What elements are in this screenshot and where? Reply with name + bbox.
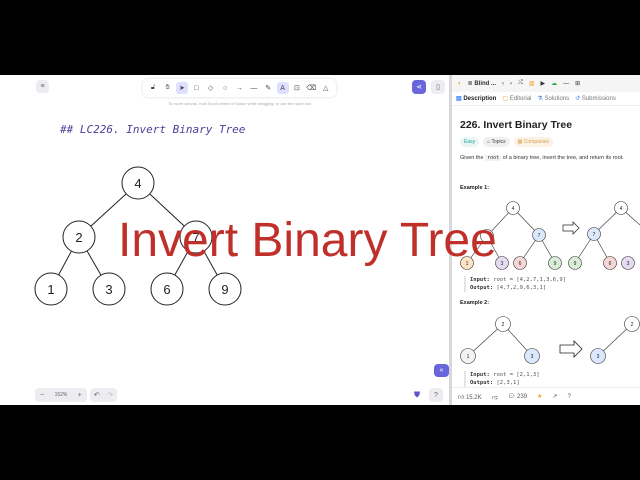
redo-icon[interactable]: ↷: [107, 391, 113, 399]
svg-text:7: 7: [538, 233, 541, 239]
svg-text:6: 6: [519, 261, 522, 267]
undo-redo: ↶ ↷: [90, 388, 117, 402]
zoom-level: 152%: [54, 392, 68, 398]
svg-text:6: 6: [609, 261, 612, 267]
svg-text:2: 2: [502, 322, 505, 328]
node-label: 4: [134, 176, 141, 191]
zoom-in-button[interactable]: +: [78, 392, 82, 399]
svg-text:9: 9: [574, 261, 577, 267]
title-overlay: Invert Binary Tree: [118, 214, 497, 267]
svg-text:2: 2: [631, 322, 634, 328]
help-icon[interactable]: ?: [567, 394, 570, 400]
svg-text:3: 3: [531, 354, 534, 360]
zoom-controls: − 152% +: [35, 388, 87, 402]
svg-text:3: 3: [501, 261, 504, 267]
node-label: 2: [75, 230, 82, 245]
shield-icon[interactable]: ⛊: [414, 390, 420, 400]
node-label: 1: [47, 282, 54, 297]
node-label: 6: [163, 282, 170, 297]
dislike-icon[interactable]: 👎︎: [492, 393, 498, 401]
arrow-icon: [562, 221, 580, 235]
svg-text:3: 3: [597, 354, 600, 360]
collapse-sidebar-button[interactable]: «: [434, 364, 449, 377]
share-icon[interactable]: ↗: [552, 393, 557, 400]
svg-text:4: 4: [512, 206, 515, 212]
svg-text:7: 7: [593, 232, 596, 238]
star-icon[interactable]: ★: [537, 393, 542, 400]
comments-button[interactable]: 💬︎ 239: [508, 393, 527, 400]
example-1-io: Input: root = [4,2,7,1,3,6,9] Output: [4…: [464, 276, 566, 292]
app: ≡ 🔓︎ ✋︎ ➤ □ ◇ ○ → — ✎ A ⊡ ⌫ △ To move ca…: [0, 75, 640, 405]
svg-text:3: 3: [627, 261, 630, 267]
zoom-out-button[interactable]: −: [40, 392, 44, 399]
svg-text:9: 9: [554, 261, 557, 267]
svg-text:1: 1: [467, 354, 470, 360]
arrow-icon: [559, 340, 583, 358]
help-icon: ?: [434, 391, 438, 399]
node-label: 3: [105, 282, 112, 297]
panel-footer: 👍︎ 15.2K 👎︎ 💬︎ 239 ★ ↗ ?: [452, 387, 640, 405]
double-chevron-left-icon: «: [439, 367, 444, 374]
example-2-io: Input: root = [2,1,3] Output: [2,3,1]: [464, 371, 540, 387]
svg-text:4: 4: [620, 206, 623, 212]
node-label: 9: [221, 282, 228, 297]
like-button[interactable]: 👍︎ 15.2K: [458, 393, 482, 401]
help-button[interactable]: ?: [429, 388, 443, 402]
undo-icon[interactable]: ↶: [94, 391, 100, 399]
